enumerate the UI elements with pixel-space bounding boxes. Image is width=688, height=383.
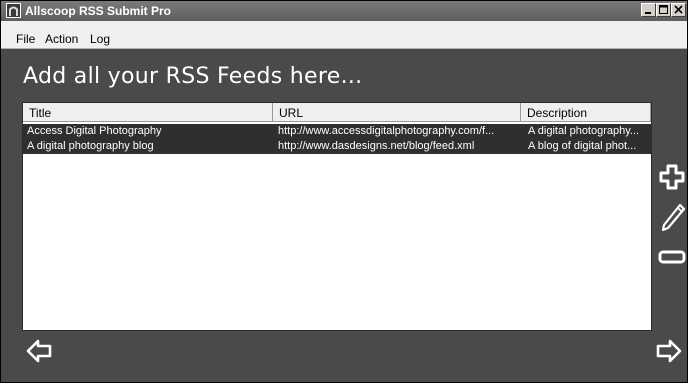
title-bar[interactable]: Allscoop RSS Submit Pro (1, 1, 687, 21)
minimize-icon (645, 12, 651, 14)
app-window: Allscoop RSS Submit Pro File Action Log … (0, 0, 688, 383)
column-header-description[interactable]: Description (521, 103, 651, 122)
table-row[interactable]: Access Digital Photography http://www.ac… (23, 124, 651, 139)
column-header-title-label: Title (29, 106, 52, 120)
close-button[interactable] (671, 3, 686, 17)
column-header-description-label: Description (527, 106, 588, 120)
table-row[interactable]: A digital photography blog http://www.da… (23, 139, 651, 154)
minus-icon[interactable] (658, 249, 686, 265)
menu-file[interactable]: File (16, 32, 35, 46)
menu-action[interactable]: Action (45, 32, 78, 46)
maximize-icon (659, 5, 668, 14)
app-logo-icon (6, 3, 21, 18)
window-title: Allscoop RSS Submit Pro (25, 4, 172, 18)
menu-bar: File Action Log (1, 21, 687, 49)
row-url: http://www.accessdigitalphotography.com/… (278, 125, 495, 137)
row-title: A digital photography blog (27, 140, 154, 152)
row-url: http://www.dasdesigns.net/blog/feed.xml (278, 140, 475, 152)
row-title: Access Digital Photography (27, 125, 162, 137)
column-header-url[interactable]: URL (273, 103, 521, 122)
page-heading: Add all your RSS Feeds here... (23, 64, 363, 89)
feeds-list[interactable]: Title URL Description Access Digital Pho… (22, 102, 652, 331)
close-icon (674, 5, 683, 14)
row-description: A digital photography... (528, 125, 640, 137)
arrow-left-icon[interactable] (26, 339, 52, 363)
pencil-icon[interactable] (660, 203, 686, 233)
maximize-button[interactable] (656, 3, 671, 17)
minimize-button[interactable] (641, 3, 656, 17)
column-header-url-label: URL (279, 106, 304, 120)
plus-icon[interactable] (658, 163, 686, 191)
row-description: A blog of digital phot... (528, 140, 637, 152)
column-header-title[interactable]: Title (23, 103, 273, 122)
arrow-right-icon[interactable] (656, 339, 682, 363)
menu-log[interactable]: Log (90, 32, 110, 46)
